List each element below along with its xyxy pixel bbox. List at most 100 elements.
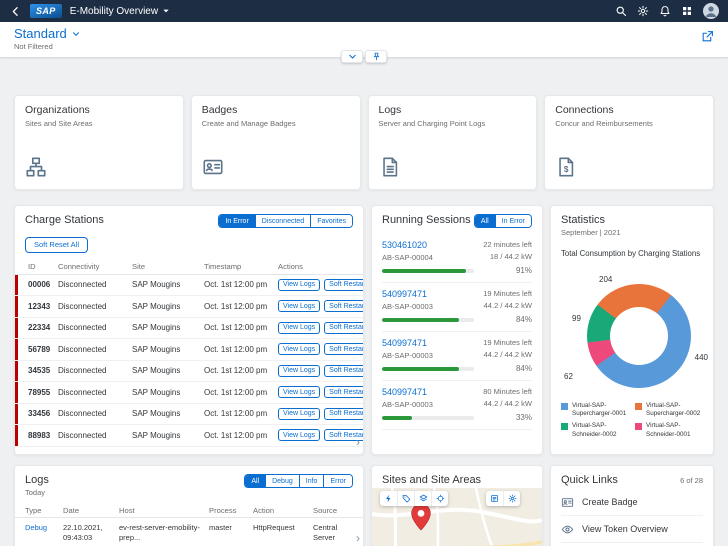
avatar[interactable]	[703, 3, 719, 19]
tab-in-error[interactable]: In Error	[495, 215, 531, 227]
nav-card-badges[interactable]: Badges Create and Manage Badges	[191, 95, 361, 190]
soft-reset-all-button[interactable]: Soft Reset All	[25, 237, 88, 253]
nav-card-subtitle: Create and Manage Badges	[202, 119, 350, 128]
donut-value-label: 204	[599, 275, 612, 284]
tab-disconnected[interactable]: Disconnected	[255, 215, 310, 227]
charge-station-row[interactable]: 78955 Disconnected SAP Mougins Oct. 1st …	[15, 382, 363, 404]
nav-card-row: Organizations Sites and Site Areas Badge…	[14, 95, 714, 190]
tab-favorites[interactable]: Favorites	[310, 215, 352, 227]
nav-card-subtitle: Sites and Site Areas	[25, 119, 173, 128]
charge-station-row[interactable]: 33456 Disconnected SAP Mougins Oct. 1st …	[15, 404, 363, 426]
station-timestamp: Oct. 1st 12:00 pm	[204, 388, 276, 397]
log-action: HttpRequest	[253, 523, 309, 533]
soft-restart-button[interactable]: Soft Restart	[324, 343, 364, 355]
pin-header-button[interactable]	[365, 50, 387, 63]
app-title: E-Mobility Overview	[70, 6, 158, 17]
quick-link-view-token-overview[interactable]: View Token Overview	[561, 516, 703, 543]
view-logs-button[interactable]: View Logs	[278, 322, 320, 334]
view-logs-button[interactable]: View Logs	[278, 386, 320, 398]
charge-station-row[interactable]: 12343 Disconnected SAP Mougins Oct. 1st …	[15, 296, 363, 318]
legend-icon[interactable]	[486, 491, 503, 506]
station-id: 34535	[28, 366, 56, 375]
quick-link-create-badge[interactable]: Create Badge	[561, 489, 703, 516]
pin-icon	[372, 52, 381, 61]
charge-station-row[interactable]: 88983 Disconnected SAP Mougins Oct. 1st …	[15, 425, 363, 447]
soft-restart-button[interactable]: Soft Restart	[324, 322, 364, 334]
soft-restart-button[interactable]: Soft Restart	[324, 279, 364, 291]
station-connectivity: Disconnected	[58, 280, 130, 289]
session-item[interactable]: 530461020 AB-SAP-00004 22 minutes left 1…	[382, 234, 532, 283]
tab-debug[interactable]: Debug	[265, 475, 299, 487]
station-timestamp: Oct. 1st 12:00 pm	[204, 323, 276, 332]
soft-restart-button[interactable]: Soft Restart	[324, 408, 364, 420]
station-id: 33456	[28, 409, 56, 418]
tab-all[interactable]: All	[245, 475, 265, 487]
view-logs-button[interactable]: View Logs	[278, 365, 320, 377]
layers-icon[interactable]	[414, 491, 431, 506]
bell-icon[interactable]	[659, 5, 671, 17]
view-logs-button[interactable]: View Logs	[278, 408, 320, 420]
log-row[interactable]: Debug 22.10.2021, 09:43:03 ev-rest-serve…	[15, 518, 363, 546]
chevron-right-icon[interactable]: ›	[356, 532, 360, 544]
station-connectivity: Disconnected	[58, 388, 130, 397]
target-icon[interactable]	[431, 491, 448, 506]
logs-table-header: TypeDateHostProcessActionSource	[15, 503, 363, 518]
map[interactable]	[372, 488, 542, 546]
nav-card-logs[interactable]: Logs Server and Charging Point Logs	[368, 95, 538, 190]
app-title-menu[interactable]: E-Mobility Overview	[70, 6, 170, 17]
eye-icon	[561, 523, 574, 536]
tab-info[interactable]: Info	[299, 475, 324, 487]
station-timestamp: Oct. 1st 12:00 pm	[204, 431, 276, 440]
charging-station-icon[interactable]	[380, 491, 397, 506]
station-timestamp: Oct. 1st 12:00 pm	[204, 409, 276, 418]
invoice-icon: $	[555, 156, 577, 178]
nav-card-organizations[interactable]: Organizations Sites and Site Areas	[14, 95, 184, 190]
charge-stations-table-header: IDConnectivitySiteTimestampActions	[15, 259, 363, 275]
tab-all[interactable]: All	[475, 215, 495, 227]
view-logs-button[interactable]: View Logs	[278, 429, 320, 441]
settings-icon[interactable]	[503, 491, 520, 506]
settings-icon[interactable]	[637, 5, 649, 17]
view-logs-button[interactable]: View Logs	[278, 279, 320, 291]
charge-station-row[interactable]: 00006 Disconnected SAP Mougins Oct. 1st …	[15, 275, 363, 297]
search-icon[interactable]	[615, 5, 627, 17]
nav-card-subtitle: Concur and Reimbursements	[555, 119, 703, 128]
session-item[interactable]: 540997471 AB-SAP-00003 19 Minutes left 4…	[382, 332, 532, 381]
running-sessions-list: 530461020 AB-SAP-00004 22 minutes left 1…	[372, 234, 542, 430]
chevron-right-icon[interactable]: ›	[356, 436, 360, 448]
charge-stations-card: Charge Stations In ErrorDisconnectedFavo…	[14, 205, 364, 455]
session-id-link[interactable]: 540997471	[382, 338, 477, 348]
app-finder-grid-icon[interactable]	[681, 5, 693, 17]
soft-restart-button[interactable]: Soft Restart	[324, 365, 364, 377]
charge-station-row[interactable]: 34535 Disconnected SAP Mougins Oct. 1st …	[15, 361, 363, 383]
share-icon[interactable]	[701, 30, 714, 43]
charge-station-row[interactable]: 22334 Disconnected SAP Mougins Oct. 1st …	[15, 318, 363, 340]
collapse-header-button[interactable]	[341, 50, 363, 63]
session-id-link[interactable]: 530461020	[382, 240, 477, 250]
chevron-down-icon	[71, 29, 81, 39]
shell-bar: SAP E-Mobility Overview	[0, 0, 728, 22]
donut-value-label: 99	[572, 314, 581, 323]
session-item[interactable]: 540997471 AB-SAP-00003 19 Minutes left 4…	[382, 283, 532, 332]
session-power: 44.2 / 44.2 kW	[484, 399, 532, 408]
session-id-link[interactable]: 540997471	[382, 289, 477, 299]
variant-selector[interactable]: Standard	[14, 26, 81, 41]
station-site: SAP Mougins	[132, 431, 202, 440]
bottom-card-row: Logs Today AllDebugInfoError TypeDateHos…	[14, 465, 714, 546]
station-id: 56789	[28, 345, 56, 354]
soft-restart-button[interactable]: Soft Restart	[324, 386, 364, 398]
charge-station-row[interactable]: 56789 Disconnected SAP Mougins Oct. 1st …	[15, 339, 363, 361]
station-site: SAP Mougins	[132, 302, 202, 311]
view-logs-button[interactable]: View Logs	[278, 343, 320, 355]
tab-in-error[interactable]: In Error	[219, 215, 254, 227]
back-icon[interactable]	[9, 5, 22, 18]
nav-card-connections[interactable]: Connections Concur and Reimbursements $	[544, 95, 714, 190]
session-item[interactable]: 540997471 AB-SAP-00003 80 Minutes left 4…	[382, 381, 532, 430]
view-logs-button[interactable]: View Logs	[278, 300, 320, 312]
main-card-row: Charge Stations In ErrorDisconnectedFavo…	[14, 205, 714, 455]
tab-error[interactable]: Error	[323, 475, 352, 487]
donut-value-label: 440	[695, 353, 708, 362]
soft-restart-button[interactable]: Soft Restart	[324, 300, 364, 312]
session-id-link[interactable]: 540997471	[382, 387, 477, 397]
tag-icon[interactable]	[397, 491, 414, 506]
